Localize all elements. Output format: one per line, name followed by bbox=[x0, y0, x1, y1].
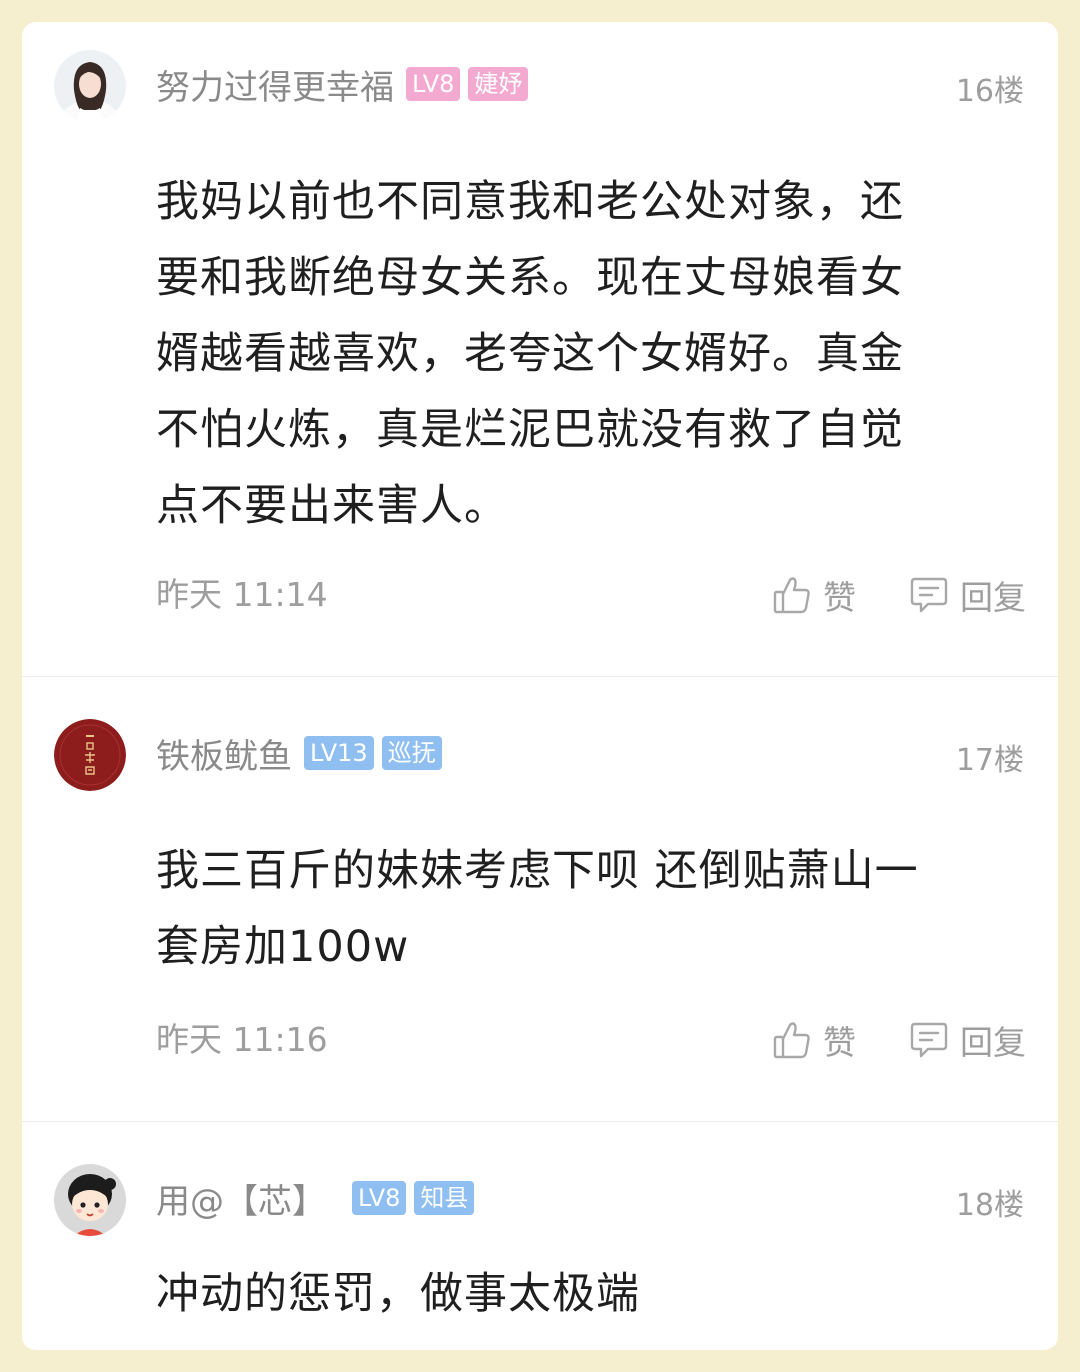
red-seal-avatar-icon bbox=[54, 719, 126, 791]
username[interactable]: 努力过得更幸福 bbox=[156, 60, 394, 109]
level-badge: LV8 bbox=[352, 1181, 407, 1215]
thumbs-up-icon bbox=[773, 577, 810, 614]
timestamp: 昨天 11:16 bbox=[156, 1020, 328, 1059]
comment-text-line: 不怕火炼，真是烂泥巴就没有救了自觉 bbox=[156, 405, 904, 455]
comments-card: 努力过得更幸福 LV8 婕妤 16楼 我妈以前也不同意我和老公处对象，还 要和我… bbox=[22, 22, 1058, 1350]
comment-text-line: 要和我断绝母女关系。现在丈母娘看女 bbox=[156, 253, 904, 303]
comment-text: 冲动的惩罚，做事太极端 bbox=[156, 1256, 1016, 1332]
like-label: 赞 bbox=[823, 578, 856, 617]
comment-footer: 昨天 11:14 赞 回复 bbox=[156, 573, 1026, 617]
comment-item: 努力过得更幸福 LV8 婕妤 16楼 我妈以前也不同意我和老公处对象，还 要和我… bbox=[22, 22, 1058, 676]
comment-header: 努力过得更幸福 LV8 婕妤 bbox=[156, 60, 529, 109]
comment-bubble-icon bbox=[910, 1022, 948, 1058]
timestamp: 昨天 11:14 bbox=[156, 575, 328, 614]
like-label: 赞 bbox=[823, 1023, 856, 1062]
user-avatar[interactable] bbox=[54, 1164, 126, 1236]
like-button[interactable]: 赞 bbox=[771, 573, 856, 617]
woman-avatar-icon bbox=[54, 50, 126, 122]
title-badge: 婕妤 bbox=[468, 67, 529, 101]
comment-text-line: 婿越看越喜欢，老夸这个女婿好。真金 bbox=[156, 329, 904, 379]
comment-header: 用@【芯】 LV8 知县 bbox=[156, 1174, 475, 1223]
comment-bubble-icon bbox=[910, 577, 948, 613]
level-badge: LV8 bbox=[406, 67, 461, 101]
title-badge: 知县 bbox=[414, 1181, 475, 1215]
floor-number: 18楼 bbox=[955, 1188, 1024, 1223]
username[interactable]: 用@【芯】 bbox=[156, 1174, 326, 1223]
comment-text: 我妈以前也不同意我和老公处对象，还 要和我断绝母女关系。现在丈母娘看女 婿越看越… bbox=[156, 164, 1016, 544]
comment-text: 我三百斤的妹妹考虑下呗 还倒贴萧山一 套房加100w bbox=[156, 833, 1016, 985]
reply-button[interactable]: 回复 bbox=[908, 573, 1026, 617]
username[interactable]: 铁板鱿鱼 bbox=[156, 729, 292, 778]
comment-item: 铁板鱿鱼 LV13 巡抚 17楼 我三百斤的妹妹考虑下呗 还倒贴萧山一 套房加1… bbox=[22, 677, 1058, 1121]
level-badge: LV13 bbox=[304, 736, 374, 770]
user-avatar[interactable] bbox=[54, 50, 126, 122]
comment-text-line: 我妈以前也不同意我和老公处对象，还 bbox=[156, 177, 904, 227]
comment-text-line: 套房加100w bbox=[156, 922, 410, 972]
reply-button[interactable]: 回复 bbox=[908, 1018, 1026, 1062]
cartoon-girl-avatar-icon bbox=[54, 1164, 126, 1236]
comment-header: 铁板鱿鱼 LV13 巡抚 bbox=[156, 729, 442, 778]
reply-label: 回复 bbox=[960, 1023, 1026, 1062]
floor-number: 16楼 bbox=[955, 74, 1024, 109]
reply-label: 回复 bbox=[960, 578, 1026, 617]
comment-text-line: 点不要出来害人。 bbox=[156, 481, 508, 531]
comment-footer: 昨天 11:16 赞 回复 bbox=[156, 1018, 1026, 1062]
floor-number: 17楼 bbox=[955, 743, 1024, 778]
like-button[interactable]: 赞 bbox=[771, 1018, 856, 1062]
thumbs-up-icon bbox=[773, 1022, 810, 1059]
comment-text-line: 我三百斤的妹妹考虑下呗 还倒贴萧山一 bbox=[156, 846, 919, 896]
comment-text-line: 冲动的惩罚，做事太极端 bbox=[156, 1269, 640, 1319]
user-avatar[interactable] bbox=[54, 719, 126, 791]
comment-item: 用@【芯】 LV8 知县 18楼 冲动的惩罚，做事太极端 bbox=[22, 1122, 1058, 1350]
title-badge: 巡抚 bbox=[381, 736, 442, 770]
